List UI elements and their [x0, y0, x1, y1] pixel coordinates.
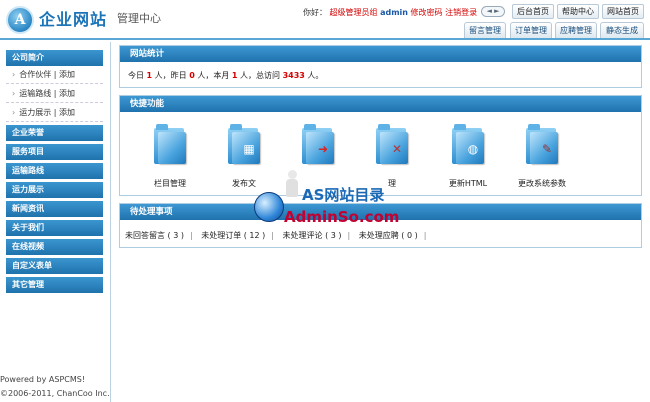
sidebar-section-about[interactable]: 关于我们: [6, 220, 103, 236]
change-password-link[interactable]: 修改密码: [411, 8, 443, 17]
globe-icon: [254, 192, 284, 222]
sidebar-section-capacity[interactable]: 运力展示: [6, 182, 103, 198]
quick-label: 更新HTML: [448, 179, 488, 188]
folder-settings-icon: ✎: [526, 124, 560, 164]
tab-orders[interactable]: 订单管理: [510, 22, 552, 38]
sidebar-subitem[interactable]: › 运力展示 | 添加: [6, 104, 103, 122]
help-center-button[interactable]: 帮助中心: [557, 4, 599, 19]
sidebar-section-services[interactable]: 服务项目: [6, 144, 103, 160]
stats-panel: 网站统计 今日 1 人，昨日 0 人，本月 1 人，总访问 3433 人。: [119, 45, 642, 88]
site-home-button[interactable]: 网站首页: [602, 4, 644, 19]
folder-globe-icon: ◍: [452, 124, 486, 164]
footer-copyright: ©2006-2011, ChanCoo Inc.: [0, 389, 110, 398]
sidebar-section-other[interactable]: 其它管理: [6, 277, 103, 293]
stats-suffix: 人。: [307, 71, 324, 80]
today-label: 今日: [128, 71, 144, 80]
month-count: 1: [231, 71, 238, 80]
quick-label: 更改系统参数: [518, 179, 566, 188]
total-label: 人，总访问: [240, 71, 281, 80]
stats-title: 网站统计: [120, 46, 641, 62]
site-title: 企业网站: [39, 10, 108, 29]
sidebar-section-company[interactable]: 公司简介: [6, 50, 103, 66]
sidebar: 公司简介 › 合作伙伴 | 添加 › 运输路线 | 添加 › 运力展示 | 添加 企业…: [0, 42, 111, 402]
header-divider: [0, 38, 650, 40]
person-icon: [284, 170, 300, 200]
folder-icon: [154, 124, 188, 164]
sidebar-section-honors[interactable]: 企业荣誉: [6, 125, 103, 141]
sidebar-section-news[interactable]: 新闻资讯: [6, 201, 103, 217]
yesterday-count: 0: [189, 71, 195, 80]
user-info: 你好： 超级管理员组 admin 修改密码 注销登录: [303, 7, 477, 18]
logo-letter: A: [14, 12, 26, 28]
header: A 企业网站 管理中心 你好： 超级管理员组 admin 修改密码 注销登录 ◄…: [0, 0, 650, 38]
watermark-line1: AS网站目录: [302, 186, 385, 204]
watermark: AS网站目录 AdminSo.com: [248, 170, 408, 240]
today-count: 1: [146, 71, 153, 80]
quick-item-settings[interactable]: ✎ 更改系统参数: [512, 124, 572, 188]
logout-link[interactable]: 注销登录: [445, 8, 477, 17]
tab-static-generate[interactable]: 静态生成: [600, 22, 644, 38]
admin-app: A 企业网站 管理中心 你好： 超级管理员组 admin 修改密码 注销登录 ◄…: [0, 0, 650, 402]
chevron-right-icon: ›: [12, 70, 16, 79]
stats-line: 今日 1 人，昨日 0 人，本月 1 人，总访问 3433 人。: [128, 70, 323, 81]
pending-messages-link[interactable]: 未回答留言 ( 3 ): [125, 230, 184, 241]
folder-image-icon: ▦: [228, 124, 262, 164]
month-label: 人，本月: [197, 71, 230, 80]
toggle-arrows-icon[interactable]: ◄ ►: [481, 6, 505, 17]
folder-tools-icon: ✕: [376, 124, 410, 164]
quick-item-columns[interactable]: 栏目管理: [140, 124, 200, 188]
folder-arrow-icon: ➜: [302, 124, 336, 164]
chevron-right-icon: ›: [12, 108, 16, 117]
admin-home-button[interactable]: 后台首页: [512, 4, 554, 19]
greeting-label: 你好：: [303, 8, 327, 17]
total-count: 3433: [282, 71, 305, 80]
sidebar-section-forms[interactable]: 自定义表单: [6, 258, 103, 274]
sidebar-section-video[interactable]: 在线视频: [6, 239, 103, 255]
role-link[interactable]: 超级管理员组: [330, 8, 378, 17]
site-subtitle: 管理中心: [117, 12, 161, 25]
yesterday-label: 人，昨日: [154, 71, 187, 80]
sidebar-subitem[interactable]: › 运输路线 | 添加: [6, 85, 103, 103]
logo-icon: A: [6, 6, 34, 34]
quick-label: 栏目管理: [154, 179, 186, 188]
sidebar-subitem[interactable]: › 合作伙伴 | 添加: [6, 66, 103, 84]
sidebar-section-routes[interactable]: 运输路线: [6, 163, 103, 179]
tab-messages[interactable]: 留言管理: [464, 22, 506, 38]
username: admin: [380, 8, 408, 17]
quick-title: 快捷功能: [120, 96, 641, 112]
quick-item-update-html[interactable]: ◍ 更新HTML: [438, 124, 498, 188]
chevron-right-icon: ›: [12, 89, 16, 98]
tab-applications[interactable]: 应聘管理: [555, 22, 597, 38]
watermark-line2: AdminSo.com: [284, 208, 400, 226]
footer-powered: Powered by ASPCMS!: [0, 375, 86, 384]
